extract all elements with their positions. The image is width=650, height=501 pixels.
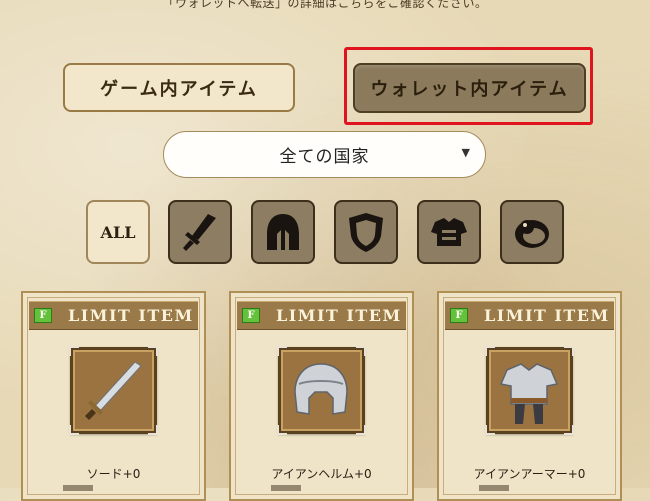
sword-item-icon — [85, 361, 142, 420]
country-select[interactable]: 全ての国家 ▼ — [163, 131, 486, 178]
shield-icon — [349, 213, 383, 252]
item-name: アイアンアーマー+0 — [473, 467, 586, 481]
item-image-frame — [69, 346, 158, 435]
armor-icon — [431, 218, 467, 246]
chevron-down-icon: ▼ — [461, 146, 471, 159]
filter-shield-button[interactable] — [334, 200, 398, 264]
card-header-label: LIMIT ITEM — [276, 306, 402, 325]
transfer-notice[interactable]: 「ウォレットへ転送」の詳細はこちらをご確認ください。 — [0, 0, 650, 14]
tab-wallet-items[interactable]: ウォレット内アイテム — [353, 63, 586, 113]
card-header: F LIMIT ITEM — [237, 301, 406, 330]
filter-all-button[interactable]: ALL — [86, 200, 150, 264]
filter-weapon-button[interactable] — [168, 200, 232, 264]
item-image-frame — [485, 346, 574, 435]
card-header-label: LIMIT ITEM — [68, 306, 194, 325]
card-header: F LIMIT ITEM — [29, 301, 198, 330]
card-sub-text — [479, 485, 509, 491]
ring-icon — [515, 220, 549, 248]
filter-armor-button[interactable] — [417, 200, 481, 264]
item-name: ソード+0 — [86, 467, 141, 481]
limit-badge-icon: F — [242, 308, 260, 323]
country-select-value: 全ての国家 — [279, 147, 370, 167]
item-name: アイアンヘルム+0 — [271, 467, 372, 481]
card-header: F LIMIT ITEM — [445, 301, 614, 330]
filter-accessory-button[interactable] — [500, 200, 564, 264]
item-image-frame — [277, 346, 366, 435]
helmet-icon — [267, 214, 299, 250]
sword-icon — [183, 214, 216, 251]
tab-game-items[interactable]: ゲーム内アイテム — [63, 63, 295, 112]
limit-badge-icon: F — [450, 308, 468, 323]
filter-helmet-button[interactable] — [251, 200, 315, 264]
armor-item-icon — [499, 363, 559, 424]
item-card[interactable]: F LIMIT ITEM アイアンヘルム+0 — [229, 291, 414, 501]
item-card[interactable]: F LIMIT ITEM ソード+0 — [21, 291, 206, 501]
limit-badge-icon: F — [34, 308, 52, 323]
item-card[interactable]: F LIMIT ITEM アイアンアーマー+0 — [437, 291, 622, 501]
card-sub-text — [63, 485, 93, 491]
card-header-label: LIMIT ITEM — [484, 306, 610, 325]
helmet-item-icon — [294, 363, 348, 415]
card-sub-text — [271, 485, 301, 491]
